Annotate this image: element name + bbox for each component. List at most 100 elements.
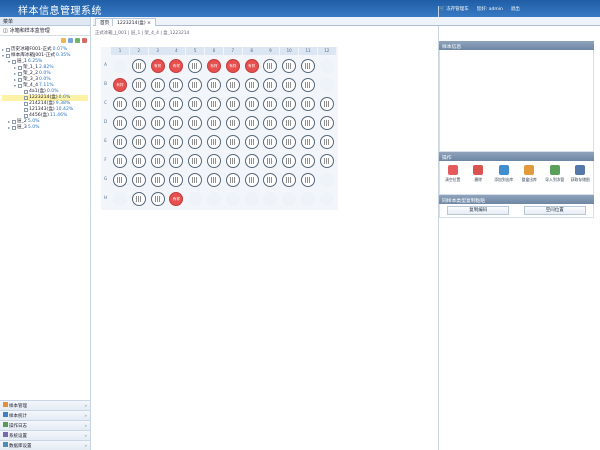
barcode-well[interactable] <box>244 173 259 187</box>
barcode-well[interactable] <box>113 173 127 187</box>
barcode-well[interactable] <box>131 154 146 168</box>
freezer-management-header[interactable]: ◫ 冰箱和样本盒管理 <box>0 26 90 36</box>
occupied-well[interactable]: 有样 <box>169 59 184 73</box>
barcode-well[interactable] <box>150 97 165 111</box>
operation-button[interactable]: 清空位置 <box>443 165 463 194</box>
add-icon[interactable] <box>61 38 66 43</box>
barcode-well[interactable] <box>131 78 146 92</box>
barcode-well[interactable] <box>244 97 259 111</box>
barcode-well[interactable] <box>282 135 297 149</box>
barcode-well[interactable] <box>150 154 165 168</box>
barcode-well[interactable] <box>131 59 146 73</box>
operation-button[interactable]: 添加到出库 <box>494 165 514 194</box>
menu-item[interactable]: 数据库设置 » <box>0 440 90 450</box>
barcode-well[interactable] <box>113 154 127 168</box>
barcode-well[interactable] <box>282 154 297 168</box>
barcode-well[interactable] <box>150 192 165 206</box>
menu-item[interactable]: 系统设置 » <box>0 430 90 440</box>
empty-well[interactable] <box>113 59 127 73</box>
occupied-well[interactable]: 有样 <box>207 59 221 73</box>
occupied-well[interactable]: 有样 <box>225 59 240 73</box>
barcode-well[interactable] <box>131 97 146 111</box>
barcode-well[interactable] <box>225 135 240 149</box>
barcode-well[interactable] <box>207 116 221 130</box>
barcode-well[interactable] <box>244 78 259 92</box>
occupied-well[interactable]: 有样 <box>169 192 184 206</box>
empty-well[interactable] <box>113 192 127 206</box>
copy-code-button[interactable]: 复制编码 <box>447 206 510 215</box>
barcode-well[interactable] <box>131 173 146 187</box>
operation-button[interactable]: 获取存储图 <box>570 165 590 194</box>
empty-well[interactable] <box>319 78 334 92</box>
barcode-well[interactable] <box>263 97 278 111</box>
barcode-well[interactable] <box>113 97 127 111</box>
empty-well[interactable] <box>319 173 334 187</box>
barcode-well[interactable] <box>188 173 203 187</box>
delete-icon[interactable] <box>82 38 87 43</box>
barcode-well[interactable] <box>131 192 146 206</box>
barcode-well[interactable] <box>301 78 315 92</box>
barcode-well[interactable] <box>319 154 334 168</box>
barcode-well[interactable] <box>169 135 184 149</box>
empty-well[interactable] <box>207 192 221 206</box>
barcode-well[interactable] <box>150 78 165 92</box>
barcode-well[interactable] <box>244 116 259 130</box>
barcode-well[interactable] <box>301 173 315 187</box>
barcode-well[interactable] <box>301 97 315 111</box>
menu-item[interactable]: 样本统计 » <box>0 410 90 420</box>
barcode-well[interactable] <box>188 78 203 92</box>
barcode-well[interactable] <box>113 135 127 149</box>
barcode-well[interactable] <box>282 59 297 73</box>
empty-well[interactable] <box>301 192 315 206</box>
tab-box[interactable]: 1223214(盒) × <box>112 18 156 26</box>
barcode-well[interactable] <box>207 173 221 187</box>
menu-item[interactable]: 操作日志 » <box>0 420 90 430</box>
barcode-well[interactable] <box>169 116 184 130</box>
tree-node[interactable]: ▸ 层_3 5.0% <box>2 125 88 131</box>
empty-well[interactable] <box>319 59 334 73</box>
barcode-well[interactable] <box>188 116 203 130</box>
empty-well[interactable] <box>319 192 334 206</box>
barcode-well[interactable] <box>319 135 334 149</box>
occupied-well[interactable]: 有样 <box>113 78 127 92</box>
barcode-well[interactable] <box>301 116 315 130</box>
barcode-well[interactable] <box>207 154 221 168</box>
barcode-well[interactable] <box>282 78 297 92</box>
barcode-well[interactable] <box>169 97 184 111</box>
barcode-well[interactable] <box>225 154 240 168</box>
barcode-well[interactable] <box>263 173 278 187</box>
barcode-well[interactable] <box>244 154 259 168</box>
barcode-well[interactable] <box>282 173 297 187</box>
barcode-well[interactable] <box>263 116 278 130</box>
barcode-well[interactable] <box>301 135 315 149</box>
space-position-button[interactable]: 空间位置 <box>523 206 586 215</box>
barcode-well[interactable] <box>301 154 315 168</box>
empty-well[interactable] <box>244 192 259 206</box>
refresh-icon[interactable] <box>75 38 80 43</box>
barcode-well[interactable] <box>319 116 334 130</box>
operation-button[interactable]: 整盒出库 <box>519 165 539 194</box>
barcode-well[interactable] <box>225 78 240 92</box>
barcode-well[interactable] <box>301 59 315 73</box>
barcode-well[interactable] <box>244 135 259 149</box>
barcode-well[interactable] <box>319 97 334 111</box>
barcode-well[interactable] <box>131 135 146 149</box>
barcode-well[interactable] <box>282 116 297 130</box>
barcode-well[interactable] <box>188 59 203 73</box>
barcode-well[interactable] <box>225 116 240 130</box>
empty-well[interactable] <box>188 192 203 206</box>
barcode-well[interactable] <box>169 154 184 168</box>
barcode-well[interactable] <box>225 173 240 187</box>
barcode-well[interactable] <box>150 116 165 130</box>
occupied-well[interactable]: 有样 <box>150 59 165 73</box>
barcode-well[interactable] <box>263 154 278 168</box>
empty-well[interactable] <box>282 192 297 206</box>
empty-well[interactable] <box>225 192 240 206</box>
barcode-well[interactable] <box>263 78 278 92</box>
barcode-well[interactable] <box>263 59 278 73</box>
empty-well[interactable] <box>263 192 278 206</box>
barcode-well[interactable] <box>263 135 278 149</box>
operation-button[interactable]: 删除 <box>468 165 488 194</box>
barcode-well[interactable] <box>188 97 203 111</box>
barcode-well[interactable] <box>188 135 203 149</box>
